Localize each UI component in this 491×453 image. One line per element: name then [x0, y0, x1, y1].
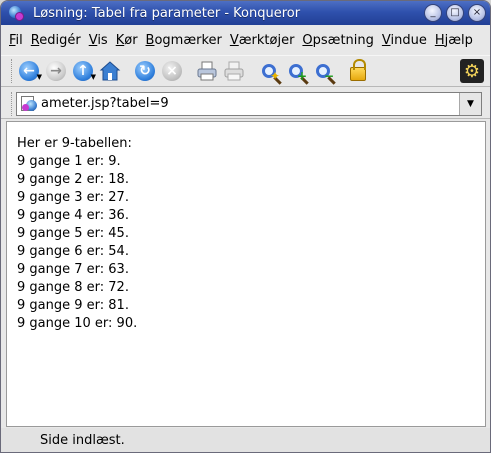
zoom-out-button[interactable]: − [310, 58, 336, 84]
chevron-down-icon: ▼ [467, 98, 474, 109]
print-icon [197, 61, 217, 81]
menu-hjaelp[interactable]: Hjælp [431, 33, 477, 48]
toolbar-grip[interactable] [11, 59, 14, 83]
title-bar[interactable]: Løsning: Tabel fra parameter - Konqueror… [1, 1, 490, 25]
print-frame-icon [224, 61, 244, 81]
menu-fil[interactable]: Fil [5, 33, 27, 48]
up-button[interactable]: ↑ ▼ [70, 58, 96, 84]
menu-vaerktojer[interactable]: Værktøjer [226, 33, 299, 48]
window-title: Løsning: Tabel fra parameter - Konqueror [33, 5, 301, 21]
url-combobox[interactable]: ameter.jsp?tabel=9 ▼ [16, 91, 482, 116]
menu-kor[interactable]: Kør [112, 33, 142, 48]
home-icon [99, 61, 121, 81]
menu-bogmaerker[interactable]: Bogmærker [142, 33, 226, 48]
page-favicon-icon [21, 95, 39, 113]
forward-button[interactable]: → [43, 58, 69, 84]
table-line: 9 gange 5 er: 45. [17, 226, 129, 241]
url-input[interactable]: ameter.jsp?tabel=9 [41, 96, 169, 111]
menu-vis[interactable]: Vis [85, 33, 112, 48]
table-line: 9 gange 2 er: 18. [17, 172, 129, 187]
menu-opsaetning[interactable]: Opsætning [298, 33, 377, 48]
table-line: 9 gange 4 er: 36. [17, 208, 129, 223]
back-button[interactable]: ← ▼ [16, 58, 42, 84]
reload-button[interactable]: ↻ [132, 58, 158, 84]
forward-icon: → [46, 61, 66, 81]
status-bar: Side indlæst. [1, 428, 490, 452]
status-text: Side indlæst. [40, 432, 125, 448]
url-history-dropdown[interactable]: ▼ [459, 92, 481, 115]
location-toolbar: ameter.jsp?tabel=9 ▼ [1, 89, 490, 119]
konqueror-app-icon[interactable] [7, 4, 25, 22]
window-controls: _ □ × [424, 4, 486, 22]
maximize-button[interactable]: □ [446, 4, 464, 22]
menu-vindue[interactable]: Vindue [378, 33, 431, 48]
kde-activity-gear-icon: ⚙ [460, 59, 484, 83]
table-line: 9 gange 10 er: 90. [17, 316, 138, 331]
main-toolbar: ← ▼ → ↑ ▼ ↻ × ✦ + − [1, 55, 490, 87]
table-line: 9 gange 3 er: 27. [17, 190, 129, 205]
security-button[interactable] [345, 58, 371, 84]
lock-icon [350, 59, 366, 81]
table-line: 9 gange 8 er: 72. [17, 280, 129, 295]
zoom-button[interactable]: ✦ [256, 58, 282, 84]
home-button[interactable] [97, 58, 123, 84]
print-frame-button[interactable] [221, 58, 247, 84]
minimize-button[interactable]: _ [424, 4, 442, 22]
table-line: 9 gange 9 er: 81. [17, 298, 129, 313]
print-button[interactable] [194, 58, 220, 84]
menu-bar: Fil Redigér Vis Kør Bogmærker Værktøjer … [1, 27, 490, 53]
menu-rediger[interactable]: Redigér [27, 33, 85, 48]
page-content[interactable]: Her er 9-tabellen: 9 gange 1 er: 9. 9 ga… [6, 121, 486, 427]
browser-window: Løsning: Tabel fra parameter - Konqueror… [0, 0, 491, 453]
stop-button[interactable]: × [159, 58, 185, 84]
content-heading: Her er 9-tabellen: [17, 136, 132, 151]
table-line: 9 gange 6 er: 54. [17, 244, 129, 259]
table-line: 9 gange 7 er: 63. [17, 262, 129, 277]
close-button[interactable]: × [468, 4, 486, 22]
table-line: 9 gange 1 er: 9. [17, 154, 121, 169]
stop-icon: × [162, 61, 182, 81]
location-grip[interactable] [11, 91, 14, 116]
reload-icon: ↻ [135, 61, 155, 81]
zoom-in-button[interactable]: + [283, 58, 309, 84]
